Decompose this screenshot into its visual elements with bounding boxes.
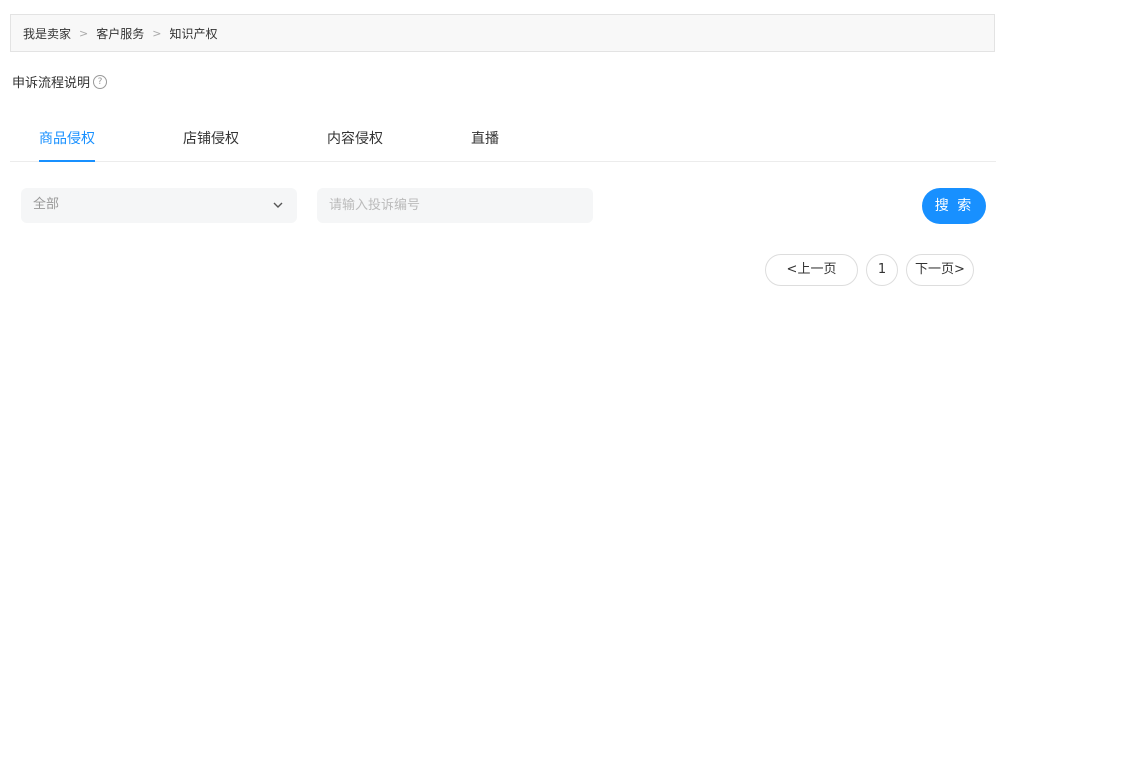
tab-content-infringement[interactable]: 内容侵权 — [327, 120, 383, 161]
breadcrumb-item-seller[interactable]: 我是卖家 — [23, 25, 71, 42]
tab-live-stream[interactable]: 直播 — [471, 120, 499, 161]
type-select-value: 全部 — [33, 197, 60, 212]
breadcrumb-item-customer-service[interactable]: 客户服务 — [96, 25, 144, 42]
help-circle-icon[interactable]: ? — [93, 74, 108, 89]
tab-store-infringement[interactable]: 店铺侵权 — [183, 120, 239, 161]
page: 我是卖家 > 客户服务 > 知识产权 申诉流程说明 ? 商品侵权 店铺侵权 内容… — [0, 0, 1126, 763]
search-button[interactable]: 搜 索 — [922, 188, 986, 224]
breadcrumb-item-ip: 知识产权 — [169, 26, 218, 41]
breadcrumb-separator: > — [152, 26, 162, 40]
prev-page-button[interactable]: <上一页 — [765, 254, 858, 286]
appeal-process-link[interactable]: 申诉流程说明 ? — [12, 72, 108, 91]
appeal-process-label[interactable]: 申诉流程说明 — [12, 72, 90, 91]
next-page-button[interactable]: 下一页> — [906, 254, 974, 286]
complaint-number-input[interactable] — [317, 188, 593, 223]
breadcrumb: 我是卖家 > 客户服务 > 知识产权 — [10, 14, 995, 52]
tab-product-infringement[interactable]: 商品侵权 — [39, 120, 95, 162]
tab-bar: 商品侵权 店铺侵权 内容侵权 直播 — [10, 120, 996, 162]
page-number-button[interactable]: 1 — [866, 254, 898, 286]
chevron-down-icon — [273, 202, 283, 208]
breadcrumb-separator: > — [79, 26, 89, 40]
type-select[interactable]: 全部 — [21, 188, 297, 223]
